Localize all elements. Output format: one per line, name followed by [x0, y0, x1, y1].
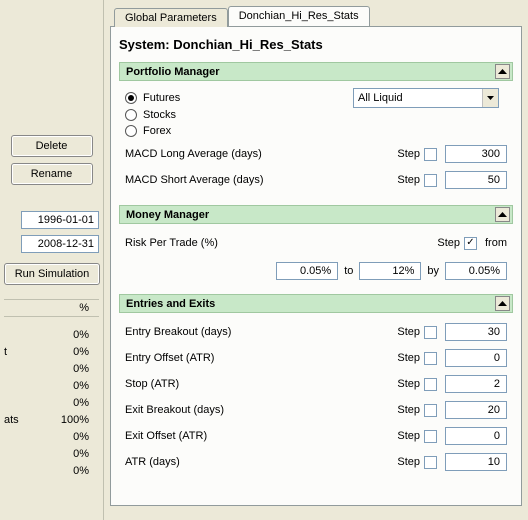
step-checkbox[interactable] [424, 352, 437, 365]
param-value[interactable]: 0 [445, 349, 507, 367]
param-value[interactable]: 10 [445, 453, 507, 471]
macd-long-step-checkbox[interactable] [424, 148, 437, 161]
risk-to-value[interactable]: 12% [359, 262, 421, 280]
step-label: Step [397, 326, 420, 338]
param-value[interactable]: 20 [445, 401, 507, 419]
risk-from-value[interactable]: 0.05% [276, 262, 338, 280]
row-value: 100% [61, 412, 89, 429]
chevron-down-icon[interactable] [482, 89, 498, 107]
step-checkbox[interactable] [424, 456, 437, 469]
risk-by-value[interactable]: 0.05% [445, 262, 507, 280]
table-row: 0% [4, 378, 99, 395]
param-row: Entry Breakout (days)Step 30 [125, 319, 507, 345]
macd-short-label: MACD Short Average (days) [125, 174, 397, 186]
param-label: Entry Offset (ATR) [125, 352, 397, 364]
section-title-entries: Entries and Exits [126, 298, 215, 310]
from-label: from [485, 237, 507, 249]
param-value[interactable]: 30 [445, 323, 507, 341]
delete-button[interactable]: Delete [11, 135, 93, 157]
row-value: 0% [73, 446, 89, 463]
table-row: 0% [4, 395, 99, 412]
market-dropdown[interactable]: All Liquid [353, 88, 499, 108]
collapse-icon[interactable] [495, 296, 510, 311]
step-checkbox[interactable] [424, 404, 437, 417]
step-label: Step [397, 430, 420, 442]
section-title-portfolio: Portfolio Manager [126, 66, 220, 78]
row-label: ats [4, 412, 19, 429]
step-checkbox[interactable] [424, 378, 437, 391]
param-row: Entry Offset (ATR)Step 0 [125, 345, 507, 371]
param-label: Exit Offset (ATR) [125, 430, 397, 442]
row-value: 0% [73, 361, 89, 378]
percent-column-header: % [4, 299, 99, 317]
table-row: 0% [4, 446, 99, 463]
macd-long-label: MACD Long Average (days) [125, 148, 397, 160]
table-row: ats 100% [4, 412, 99, 429]
dropdown-value: All Liquid [358, 92, 403, 104]
table-row: 0% [4, 429, 99, 446]
collapse-icon[interactable] [495, 207, 510, 222]
radio-forex[interactable] [125, 125, 137, 137]
macd-short-step-checkbox[interactable] [424, 174, 437, 187]
row-value: 0% [73, 429, 89, 446]
tab-global-parameters[interactable]: Global Parameters [114, 8, 228, 27]
table-row: 0% [4, 327, 99, 344]
run-simulation-button[interactable]: Run Simulation [4, 263, 100, 285]
section-header-money: Money Manager [119, 205, 513, 224]
by-label: by [427, 265, 439, 277]
step-label: Step [397, 456, 420, 468]
step-label: Step [437, 237, 460, 249]
table-row: t 0% [4, 344, 99, 361]
section-title-money: Money Manager [126, 209, 209, 221]
param-label: ATR (days) [125, 456, 397, 468]
radio-futures[interactable] [125, 92, 137, 104]
radio-futures-label: Futures [143, 92, 180, 104]
start-date-field[interactable]: 1996-01-01 [21, 211, 99, 229]
row-value: 0% [73, 378, 89, 395]
end-date-field[interactable]: 2008-12-31 [21, 235, 99, 253]
row-label: t [4, 344, 7, 361]
row-value: 0% [73, 463, 89, 480]
radio-forex-label: Forex [143, 125, 171, 137]
rename-button[interactable]: Rename [11, 163, 93, 185]
section-header-entries: Entries and Exits [119, 294, 513, 313]
risk-label: Risk Per Trade (%) [125, 237, 437, 249]
param-row: Stop (ATR)Step 2 [125, 371, 507, 397]
param-label: Stop (ATR) [125, 378, 397, 390]
step-checkbox[interactable] [424, 430, 437, 443]
section-header-portfolio: Portfolio Manager [119, 62, 513, 81]
collapse-icon[interactable] [495, 64, 510, 79]
step-label: Step [397, 174, 420, 186]
macd-short-value[interactable]: 50 [445, 171, 507, 189]
radio-stocks[interactable] [125, 109, 137, 121]
param-label: Exit Breakout (days) [125, 404, 397, 416]
step-label: Step [397, 148, 420, 160]
step-checkbox[interactable] [424, 326, 437, 339]
step-label: Step [397, 352, 420, 364]
param-value[interactable]: 2 [445, 375, 507, 393]
tab-donchian[interactable]: Donchian_Hi_Res_Stats [228, 6, 370, 26]
radio-stocks-label: Stocks [143, 109, 176, 121]
param-label: Entry Breakout (days) [125, 326, 397, 338]
row-value: 0% [73, 327, 89, 344]
table-row: 0% [4, 463, 99, 480]
risk-step-checkbox[interactable] [464, 237, 477, 250]
param-row: Exit Breakout (days)Step 20 [125, 397, 507, 423]
param-value[interactable]: 0 [445, 427, 507, 445]
step-label: Step [397, 378, 420, 390]
param-row: Exit Offset (ATR)Step 0 [125, 423, 507, 449]
param-row: ATR (days)Step 10 [125, 449, 507, 475]
step-label: Step [397, 404, 420, 416]
row-value: 0% [73, 395, 89, 412]
table-row: 0% [4, 361, 99, 378]
to-label: to [344, 265, 353, 277]
macd-long-value[interactable]: 300 [445, 145, 507, 163]
row-value: 0% [73, 344, 89, 361]
system-title: System: Donchian_Hi_Res_Stats [119, 37, 513, 52]
